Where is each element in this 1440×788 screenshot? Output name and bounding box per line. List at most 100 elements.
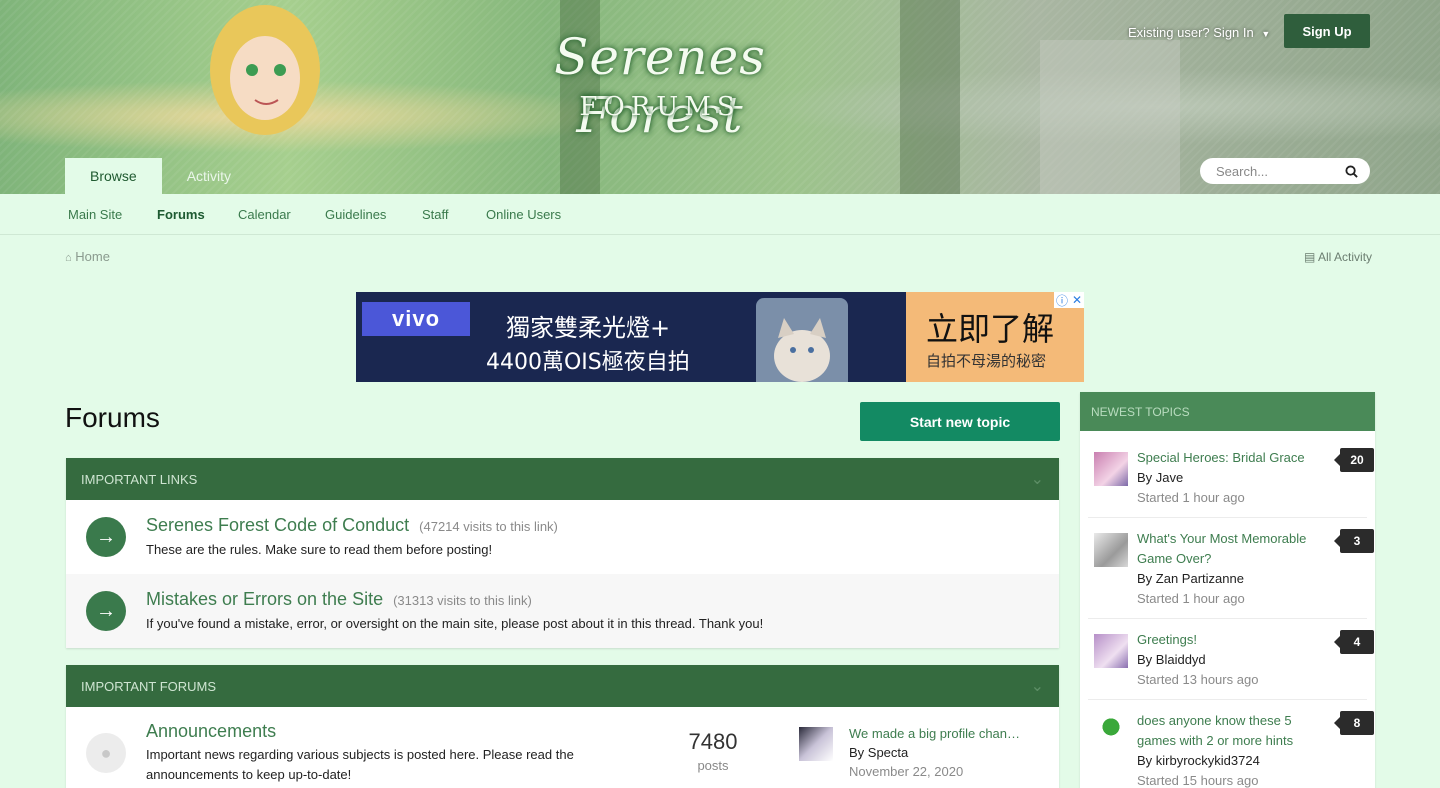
link-title[interactable]: Mistakes or Errors on the Site (31313 vis…: [146, 589, 532, 610]
topic-author[interactable]: By kirbyrockykid3724: [1137, 753, 1260, 768]
ad-brand-logo: vivo: [362, 302, 470, 336]
last-post-author[interactable]: By Specta: [849, 745, 908, 760]
start-new-topic-button[interactable]: Start new topic: [860, 402, 1060, 441]
link-visits: (47214 visits to this link): [419, 519, 558, 534]
link-description: If you've found a mistake, error, or ove…: [146, 616, 764, 631]
topic-title[interactable]: Special Heroes: Bridal Grace: [1137, 448, 1317, 468]
ad-info-icon: ⓘ: [1055, 293, 1068, 308]
chevron-down-icon[interactable]: ⌄: [1031, 469, 1044, 489]
topic-item: What's Your Most Memorable Game Over? By…: [1088, 520, 1374, 619]
ad-cta-subtext: 自拍不母湯的秘密: [926, 352, 1047, 370]
topic-item: Special Heroes: Bridal Grace By Jave Sta…: [1088, 439, 1374, 518]
subnav-main-site[interactable]: Main Site: [68, 207, 122, 222]
subnav-forums[interactable]: Forums: [157, 207, 205, 222]
topic-title[interactable]: does anyone know these 5 games with 2 or…: [1137, 711, 1317, 751]
reply-count-badge: 20: [1334, 448, 1374, 472]
subnav-guidelines[interactable]: Guidelines: [325, 207, 386, 222]
caret-down-icon: ▼: [1261, 29, 1271, 39]
last-post-title[interactable]: We made a big profile chan…: [849, 726, 1020, 741]
ad-cta-panel: 立即了解 自拍不母湯的秘密 ⓘ ✕: [906, 292, 1084, 382]
link-visits: (31313 visits to this link): [393, 593, 532, 608]
subnav-online-users[interactable]: Online Users: [486, 207, 561, 222]
category-header: IMPORTANT FORUMS ⌄: [66, 665, 1059, 707]
topic-title[interactable]: What's Your Most Memorable Game Over?: [1137, 529, 1317, 569]
chat-bubbles-icon: ●: [86, 733, 126, 773]
ad-subheadline: 4400萬OIS極夜自拍: [486, 350, 690, 375]
all-activity-link[interactable]: ▤ All Activity: [1304, 250, 1372, 264]
forum-title[interactable]: Announcements: [146, 721, 276, 742]
avatar[interactable]: [799, 727, 833, 761]
home-icon: ⌂: [65, 252, 72, 264]
ad-choices[interactable]: ⓘ ✕: [1054, 292, 1084, 308]
main-tabs: Browse Activity: [65, 158, 256, 194]
all-activity-label: All Activity: [1318, 250, 1373, 264]
category-important-links: IMPORTANT LINKS ⌄ → Serenes Forest Code …: [66, 458, 1059, 648]
category-header: IMPORTANT LINKS ⌄: [66, 458, 1059, 500]
mascot-illustration: [210, 5, 320, 135]
topic-time: Started 1 hour ago: [1137, 591, 1245, 606]
avatar[interactable]: [1094, 533, 1128, 567]
subnav-staff[interactable]: Staff: [422, 207, 449, 222]
tab-browse[interactable]: Browse: [65, 158, 162, 194]
site-logo[interactable]: Serenes Forest FORUMS: [480, 10, 840, 144]
avatar[interactable]: [1094, 452, 1128, 486]
arrow-right-icon: →: [86, 517, 126, 557]
link-row[interactable]: → Serenes Forest Code of Conduct (47214 v…: [66, 500, 1059, 574]
widget-title: NEWEST TOPICS: [1080, 392, 1375, 431]
site-header: Serenes Forest FORUMS Existing user? Sig…: [0, 0, 1440, 194]
category-important-forums: IMPORTANT FORUMS ⌄ ● Announcements Impor…: [66, 665, 1059, 788]
reply-count-badge: 3: [1334, 529, 1374, 553]
logo-subtitle: FORUMS: [579, 92, 741, 122]
newspaper-icon: ▤: [1304, 250, 1316, 264]
last-post-date: November 22, 2020: [849, 764, 964, 779]
topic-time: Started 1 hour ago: [1137, 490, 1245, 505]
sub-navigation: Main Site Forums Calendar Guidelines Sta…: [0, 194, 1440, 235]
category-title: IMPORTANT FORUMS: [81, 678, 217, 694]
search-input[interactable]: [1216, 163, 1326, 179]
reply-count-badge: 4: [1334, 630, 1374, 654]
topic-author[interactable]: By Blaiddyd: [1137, 652, 1206, 667]
sign-in-link[interactable]: Existing user? Sign In ▼: [1128, 25, 1270, 40]
avatar[interactable]: [1094, 715, 1128, 749]
ad-banner[interactable]: vivo 獨家雙柔光燈+ 4400萬OIS極夜自拍 立即了解 自拍不母湯的秘密 …: [356, 292, 1084, 382]
cat-image: [774, 318, 830, 382]
topic-time: Started 13 hours ago: [1137, 672, 1259, 687]
close-icon: ✕: [1071, 293, 1082, 307]
topic-author[interactable]: By Jave: [1137, 470, 1183, 485]
arrow-right-icon: →: [86, 591, 126, 631]
search-box: [1200, 158, 1370, 184]
topic-item: Greetings! By Blaiddyd Started 13 hours …: [1088, 621, 1374, 700]
chevron-down-icon[interactable]: ⌄: [1031, 676, 1044, 696]
reply-count-badge: 8: [1334, 711, 1374, 735]
forum-description: Important news regarding various subject…: [146, 747, 574, 782]
gazebo-illustration: [1040, 40, 1180, 194]
logo-title: Serenes Forest: [554, 28, 766, 144]
breadcrumb-home: Home: [75, 249, 110, 264]
page-title: Forums: [65, 402, 160, 433]
forum-post-count: 7480: [688, 729, 738, 754]
ad-phone-image: [756, 298, 848, 382]
ad-cta-text: 立即了解: [926, 310, 1055, 348]
link-title-text: Serenes Forest Code of Conduct: [146, 515, 410, 535]
topic-time: Started 15 hours ago: [1137, 773, 1259, 788]
ad-headline: 獨家雙柔光燈+: [506, 314, 671, 342]
link-row[interactable]: → Mistakes or Errors on the Site (31313 v…: [66, 574, 1059, 648]
topic-author[interactable]: By Zan Partizanne: [1137, 571, 1244, 586]
sign-up-button[interactable]: Sign Up: [1284, 14, 1370, 48]
avatar[interactable]: [1094, 634, 1128, 668]
background-tree: [900, 0, 960, 194]
search-icon[interactable]: [1345, 164, 1358, 178]
breadcrumb[interactable]: ⌂ Home: [65, 249, 110, 264]
topic-item: does anyone know these 5 games with 2 or…: [1088, 702, 1374, 788]
subnav-calendar[interactable]: Calendar: [238, 207, 291, 222]
link-title-text: Mistakes or Errors on the Site: [146, 589, 384, 609]
link-title[interactable]: Serenes Forest Code of Conduct (47214 vis…: [146, 515, 558, 536]
newest-topics-widget: NEWEST TOPICS Special Heroes: Bridal Gra…: [1080, 392, 1375, 788]
forum-post-count-label: posts: [697, 758, 729, 773]
link-description: These are the rules. Make sure to read t…: [146, 542, 493, 557]
category-title: IMPORTANT LINKS: [81, 471, 198, 487]
topic-title[interactable]: Greetings!: [1137, 630, 1317, 650]
tab-activity[interactable]: Activity: [162, 158, 256, 194]
forum-row: ● Announcements Important news regarding…: [66, 707, 1059, 788]
sign-in-label: Existing user? Sign In: [1128, 25, 1254, 40]
